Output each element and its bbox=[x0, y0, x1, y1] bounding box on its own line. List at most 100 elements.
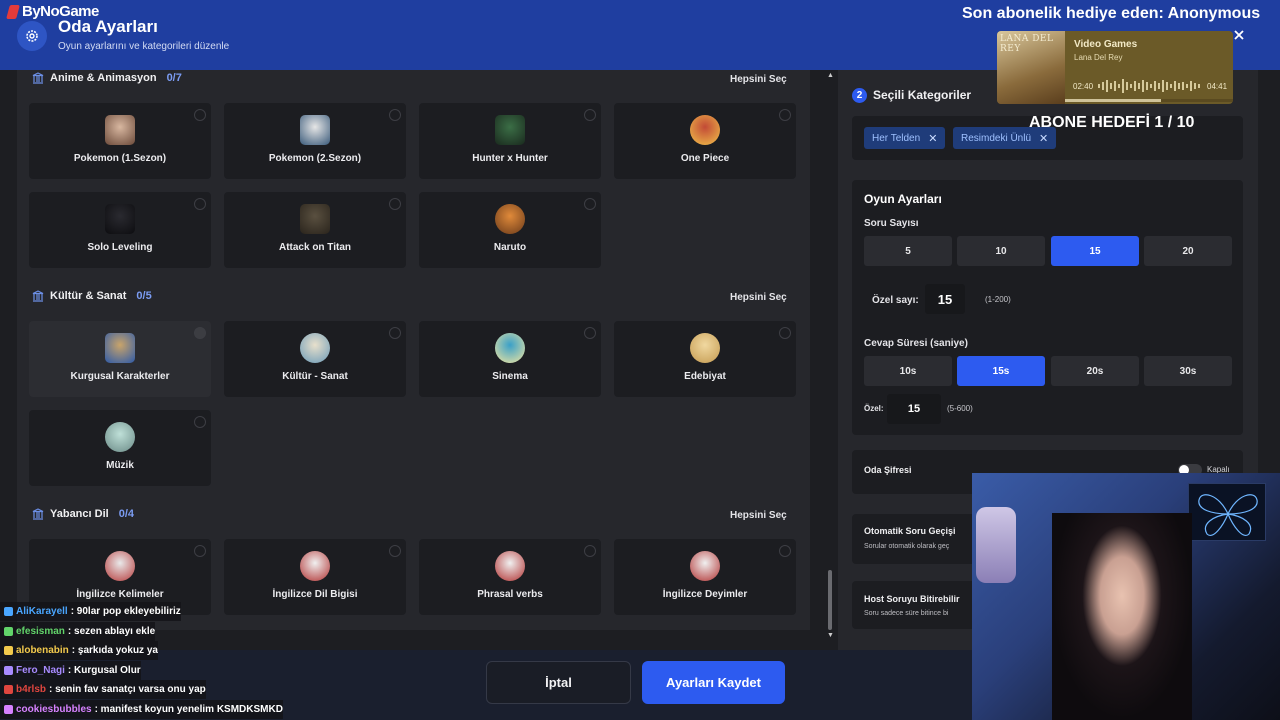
custom-count-label: Özel sayı: bbox=[872, 295, 919, 306]
chat-username: efesisman bbox=[16, 625, 65, 637]
question-option-10[interactable]: 10 bbox=[957, 236, 1045, 266]
category-label: Kültür - Sanat bbox=[282, 371, 348, 382]
chat-text: : 90lar pop ekleyebiliriz bbox=[70, 606, 181, 617]
category-card[interactable]: Naruto bbox=[419, 192, 601, 268]
category-card[interactable]: Kültür - Sanat bbox=[224, 321, 406, 397]
select-radio[interactable] bbox=[584, 327, 596, 339]
host-end-title: Host Soruyu Bitirebilir bbox=[864, 594, 960, 604]
select-radio[interactable] bbox=[779, 327, 791, 339]
category-card[interactable]: Müzik bbox=[29, 410, 211, 486]
time-option-30s[interactable]: 30s bbox=[1144, 356, 1232, 386]
cancel-button[interactable]: İptal bbox=[486, 661, 631, 704]
section-title: Anime & Animasyon bbox=[50, 72, 157, 84]
scroll-down-icon[interactable]: ▼ bbox=[827, 632, 834, 639]
category-icon bbox=[105, 115, 135, 145]
select-radio[interactable] bbox=[194, 545, 206, 557]
category-card[interactable]: İngilizce Deyimler bbox=[614, 539, 796, 615]
page-title: Oda Ayarları bbox=[58, 17, 158, 36]
close-icon[interactable]: ✕ bbox=[928, 132, 937, 145]
scrollbar-thumb[interactable] bbox=[828, 570, 832, 630]
category-card[interactable]: Solo Leveling bbox=[29, 192, 211, 268]
select-all-button[interactable]: Hepsini Seç bbox=[730, 74, 787, 85]
category-label: Edebiyat bbox=[684, 371, 726, 382]
auto-skip-subtitle: Sorular otomatik olarak geç bbox=[864, 543, 950, 550]
category-icon bbox=[300, 115, 330, 145]
chat-username: cookiesbubbles bbox=[16, 703, 92, 715]
select-radio[interactable] bbox=[389, 109, 401, 121]
custom-count-input[interactable]: 15 bbox=[925, 284, 965, 314]
song-artist: Lana Del Rey bbox=[1074, 53, 1123, 62]
building-icon bbox=[32, 72, 44, 84]
category-label: Phrasal verbs bbox=[477, 589, 543, 600]
custom-time-input[interactable]: 15 bbox=[887, 394, 941, 424]
select-radio[interactable] bbox=[584, 198, 596, 210]
category-label: Pokemon (1.Sezon) bbox=[73, 153, 167, 164]
custom-count-hint: (1-200) bbox=[985, 295, 1011, 304]
question-count-label: Soru Sayısı bbox=[864, 218, 919, 229]
scroll-up-icon[interactable]: ▲ bbox=[827, 72, 834, 79]
chat-text: : şarkıda yokuz ya bbox=[71, 645, 158, 656]
category-card[interactable]: Edebiyat bbox=[614, 321, 796, 397]
webcam-overlay bbox=[972, 473, 1280, 720]
time-option-15s[interactable]: 15s bbox=[957, 356, 1045, 386]
select-radio[interactable] bbox=[779, 109, 791, 121]
chat-badge-icon bbox=[4, 704, 13, 714]
song-title: Video Games bbox=[1074, 39, 1138, 50]
category-icon bbox=[495, 204, 525, 234]
time-option-10s[interactable]: 10s bbox=[864, 356, 952, 386]
select-radio[interactable] bbox=[194, 416, 206, 428]
chat-text: : sezen ablayı ekle bbox=[67, 625, 156, 637]
section-count: 0/7 bbox=[166, 72, 182, 84]
select-radio[interactable] bbox=[584, 109, 596, 121]
time-option-20s[interactable]: 20s bbox=[1051, 356, 1139, 386]
category-card[interactable]: Hunter x Hunter bbox=[419, 103, 601, 179]
category-card[interactable]: Pokemon (1.Sezon) bbox=[29, 103, 211, 179]
chat-message: alobenabin: şarkıda yokuz ya bbox=[0, 641, 158, 660]
select-radio[interactable] bbox=[389, 327, 401, 339]
chat-message: AliKarayell: 90lar pop ekleyebiliriz bbox=[0, 602, 181, 621]
select-radio[interactable] bbox=[389, 545, 401, 557]
section-title: Kültür & Sanat bbox=[50, 290, 127, 302]
subscriber-alert: Son abonelik hediye eden: Anonymous bbox=[962, 5, 1261, 22]
category-card[interactable]: Attack on Titan bbox=[224, 192, 406, 268]
close-icon[interactable]: ✕ bbox=[1039, 132, 1048, 145]
subscriber-goal: ABONE HEDEFİ 1 / 10 bbox=[1029, 114, 1195, 131]
category-card[interactable]: Sinema bbox=[419, 321, 601, 397]
select-radio[interactable] bbox=[194, 327, 206, 339]
category-card[interactable]: One Piece bbox=[614, 103, 796, 179]
category-label: Kurgusal Karakterler bbox=[70, 371, 170, 382]
question-option-20[interactable]: 20 bbox=[1144, 236, 1232, 266]
select-all-button[interactable]: Hepsini Seç bbox=[730, 510, 787, 521]
answer-time-label: Cevap Süresi (saniye) bbox=[864, 338, 968, 349]
album-text: LANA DEL REY bbox=[1000, 34, 1054, 54]
butterfly-poster bbox=[1188, 483, 1266, 541]
select-radio[interactable] bbox=[584, 545, 596, 557]
music-widget: LANA DEL REY Video Games Lana Del Rey 02… bbox=[997, 31, 1233, 104]
chat-badge-icon bbox=[4, 626, 13, 636]
save-settings-button[interactable]: Ayarları Kaydet bbox=[642, 661, 785, 704]
category-icon bbox=[105, 204, 135, 234]
selected-categories-title: Seçili Kategoriler bbox=[873, 88, 972, 102]
select-radio[interactable] bbox=[194, 109, 206, 121]
category-scrollbar[interactable] bbox=[826, 75, 834, 640]
chat-badge-icon bbox=[4, 646, 13, 655]
page-subtitle: Oyun ayarlarını ve kategorileri düzenle bbox=[58, 41, 230, 52]
select-radio[interactable] bbox=[779, 545, 791, 557]
select-radio[interactable] bbox=[194, 198, 206, 210]
select-all-button[interactable]: Hepsini Seç bbox=[730, 292, 787, 303]
custom-time-hint: (5-600) bbox=[947, 404, 973, 413]
category-card[interactable]: Pokemon (2.Sezon) bbox=[224, 103, 406, 179]
question-option-15[interactable]: 15 bbox=[1051, 236, 1139, 266]
chat-text: : senin fav sanatçı varsa onu yap bbox=[49, 684, 206, 695]
category-icon bbox=[105, 551, 135, 581]
select-radio[interactable] bbox=[389, 198, 401, 210]
chat-badge-icon bbox=[4, 607, 13, 616]
category-card[interactable]: Phrasal verbs bbox=[419, 539, 601, 615]
chip-her-telden[interactable]: Her Telden ✕ bbox=[864, 127, 946, 149]
chip-label: Resimdeki Ünlü bbox=[961, 132, 1032, 144]
category-card[interactable]: Kurgusal Karakterler bbox=[29, 321, 211, 397]
category-icon bbox=[105, 333, 135, 363]
category-icon bbox=[300, 551, 330, 581]
question-option-5[interactable]: 5 bbox=[864, 236, 952, 266]
chat-username: alobenabin bbox=[16, 645, 69, 656]
